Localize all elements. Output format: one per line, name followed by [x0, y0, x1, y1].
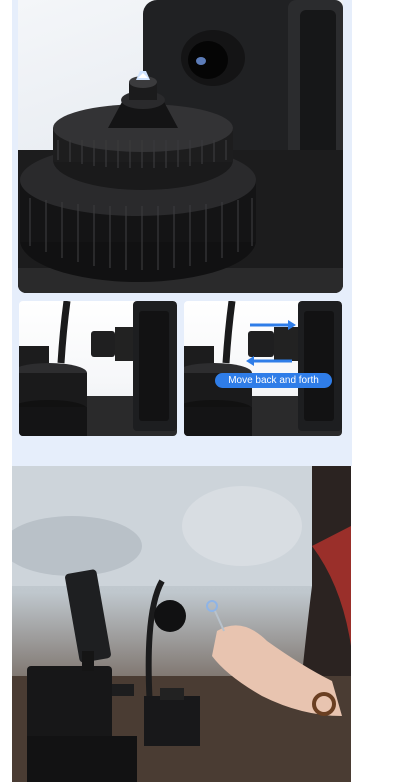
lens-position-thumbnail-2: Move back and forth [184, 301, 342, 436]
move-back-and-forth-caption: Move back and forth [215, 373, 332, 388]
microscope-closeup-image [18, 0, 343, 293]
jewelry-inspection-lifestyle-photo [12, 466, 351, 782]
lens-position-thumbnail-1 [19, 301, 177, 436]
